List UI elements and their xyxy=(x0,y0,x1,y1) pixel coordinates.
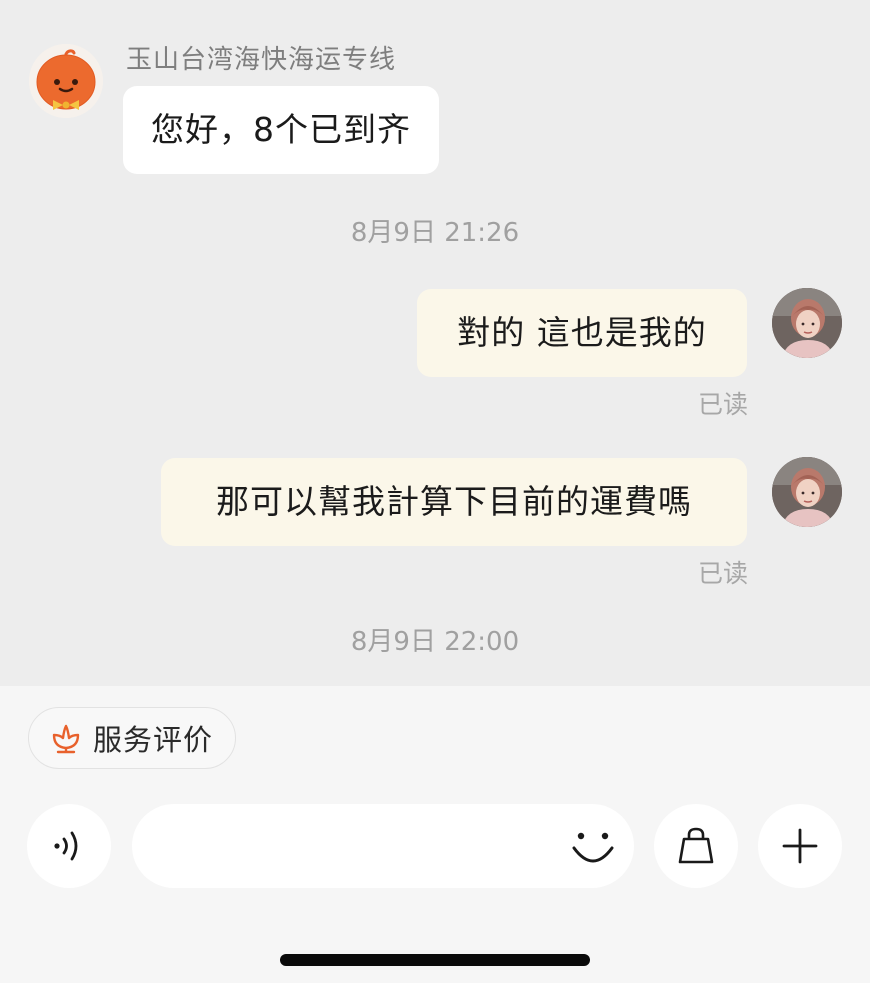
input-panel: 服务评价 xyxy=(0,686,870,983)
plus-icon xyxy=(782,828,818,864)
message-timestamp: 8月9日 21:26 xyxy=(350,218,520,248)
shop-name: 玉山台湾海快海运专线 xyxy=(126,45,397,75)
pumpkin-mascot-icon xyxy=(29,44,103,118)
smiley-icon[interactable] xyxy=(570,824,616,870)
service-rating-button[interactable]: 服务评价 xyxy=(28,707,237,769)
user-photo-icon xyxy=(772,457,842,527)
user-avatar[interactable] xyxy=(772,288,842,358)
chat-screen: 玉山台湾海快海运专线 您好，8个已到齐 8月9日 21:26 對的 這也是我的 … xyxy=(0,0,870,983)
voice-icon xyxy=(54,831,78,861)
outgoing-message-bubble[interactable]: 那可以幫我計算下目前的運費嗎 xyxy=(161,458,747,546)
incoming-message-bubble[interactable]: 您好，8个已到齐 xyxy=(123,86,439,174)
outgoing-message-bubble[interactable]: 對的 這也是我的 xyxy=(417,289,747,377)
read-receipt: 已读 xyxy=(697,390,748,419)
more-options-button[interactable] xyxy=(758,804,842,888)
home-indicator[interactable] xyxy=(280,954,590,966)
voice-input-button[interactable] xyxy=(27,804,111,888)
message-timestamp: 8月9日 22:00 xyxy=(350,627,520,657)
shopping-bag-icon xyxy=(678,827,714,864)
message-list[interactable]: 玉山台湾海快海运专线 您好，8个已到齐 8月9日 21:26 對的 這也是我的 … xyxy=(0,0,870,686)
products-button[interactable] xyxy=(654,804,738,888)
user-avatar[interactable] xyxy=(772,457,842,527)
read-receipt: 已读 xyxy=(697,559,748,588)
message-input-box[interactable] xyxy=(132,804,634,888)
message-input[interactable] xyxy=(160,804,560,888)
service-rating-label: 服务评价 xyxy=(93,723,214,757)
shop-avatar[interactable] xyxy=(29,44,103,118)
flower-icon xyxy=(52,724,80,754)
user-photo-icon xyxy=(772,288,842,358)
